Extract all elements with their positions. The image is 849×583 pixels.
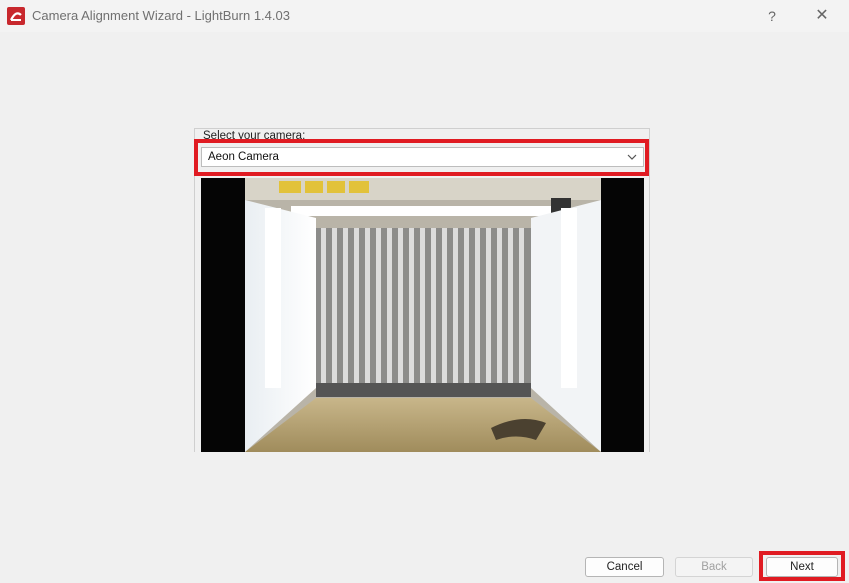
camera-preview bbox=[201, 178, 644, 452]
lightburn-logo-icon bbox=[7, 7, 25, 25]
next-button-highlight bbox=[759, 551, 845, 581]
close-button[interactable]: ✕ bbox=[808, 4, 836, 28]
camera-select-highlight bbox=[194, 139, 649, 176]
title-bar: Camera Alignment Wizard - LightBurn 1.4.… bbox=[0, 0, 849, 32]
cancel-button[interactable]: Cancel bbox=[585, 557, 664, 577]
camera-feed-image bbox=[201, 178, 644, 452]
help-button[interactable]: ? bbox=[760, 4, 784, 28]
window-title: Camera Alignment Wizard - LightBurn 1.4.… bbox=[32, 8, 290, 23]
back-button[interactable]: Back bbox=[675, 557, 753, 577]
